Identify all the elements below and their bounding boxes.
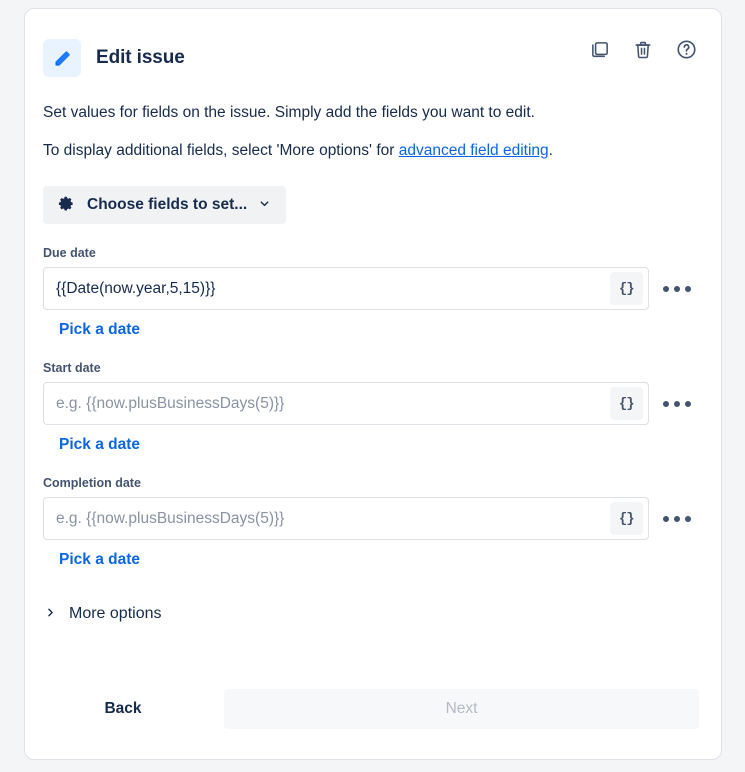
help-button[interactable] — [673, 38, 699, 64]
edit-issue-panel: Edit issue Set values for fields on the … — [24, 8, 722, 760]
more-options-label: More options — [69, 605, 162, 623]
page-background: Edit issue Set values for fields on the … — [0, 0, 745, 772]
completion-date-input-wrapper[interactable]: {} — [43, 497, 649, 541]
field-label: Due date — [43, 246, 96, 261]
header-actions — [587, 38, 699, 64]
ellipsis-dot — [663, 285, 670, 292]
delete-component-button[interactable] — [630, 38, 656, 64]
pencil-icon — [43, 39, 81, 77]
field-more-menu-button[interactable] — [656, 499, 699, 539]
description-line-1: Set values for fields on the issue. Simp… — [43, 104, 535, 121]
field-completion-date: Completion date {} Pick a date — [43, 476, 699, 569]
trash-icon — [632, 39, 654, 64]
ellipsis-dot — [674, 285, 681, 292]
choose-fields-label: Choose fields to set... — [87, 196, 248, 214]
ellipsis-dot — [685, 515, 692, 522]
copy-icon — [589, 39, 611, 64]
panel-header: Edit issue — [43, 35, 699, 81]
field-label: Start date — [43, 361, 101, 376]
field-more-menu-button[interactable] — [656, 269, 699, 309]
ellipsis-dot — [674, 515, 681, 522]
field-more-menu-button[interactable] — [656, 384, 699, 424]
ellipsis-dot — [674, 400, 681, 407]
pick-a-date-link[interactable]: Pick a date — [59, 436, 140, 454]
start-date-input[interactable] — [44, 383, 610, 425]
ellipsis-dot — [663, 515, 670, 522]
description-line-2-suffix: . — [548, 142, 553, 160]
duplicate-component-button[interactable] — [587, 38, 613, 64]
smart-value-button[interactable]: {} — [609, 387, 643, 421]
field-start-date: Start date {} Pick a date — [43, 361, 699, 454]
back-button[interactable]: Back — [43, 690, 203, 728]
start-date-input-wrapper[interactable]: {} — [43, 382, 649, 426]
field-row: {} — [43, 497, 699, 541]
page-title: Edit issue — [96, 47, 185, 68]
field-row: {} — [43, 382, 699, 426]
panel-footer: Back Next — [43, 689, 699, 729]
gear-icon — [57, 194, 76, 216]
more-options-toggle[interactable]: More options — [43, 601, 164, 627]
next-button[interactable]: Next — [224, 689, 699, 729]
due-date-input-wrapper[interactable]: {} — [43, 267, 649, 311]
question-circle-icon — [675, 38, 698, 64]
chevron-down-icon — [258, 197, 271, 213]
ellipsis-dot — [663, 400, 670, 407]
pick-a-date-link[interactable]: Pick a date — [59, 551, 140, 569]
description-line-2-prefix: To display additional fields, select 'Mo… — [43, 142, 399, 160]
smart-value-button[interactable]: {} — [609, 272, 643, 306]
chevron-right-icon — [45, 606, 56, 622]
completion-date-input[interactable] — [44, 498, 610, 540]
advanced-field-editing-link[interactable]: advanced field editing — [399, 142, 549, 159]
ellipsis-dot — [685, 285, 692, 292]
ellipsis-dot — [685, 400, 692, 407]
description-line-2: To display additional fields, select 'Mo… — [43, 141, 699, 161]
due-date-input[interactable] — [44, 268, 610, 310]
pick-a-date-link[interactable]: Pick a date — [59, 321, 140, 339]
field-label: Completion date — [43, 476, 141, 491]
field-row: {} — [43, 267, 699, 311]
field-due-date: Due date {} Pick a date — [43, 246, 699, 339]
smart-value-button[interactable]: {} — [609, 502, 643, 536]
choose-fields-dropdown[interactable]: Choose fields to set... — [43, 186, 287, 225]
